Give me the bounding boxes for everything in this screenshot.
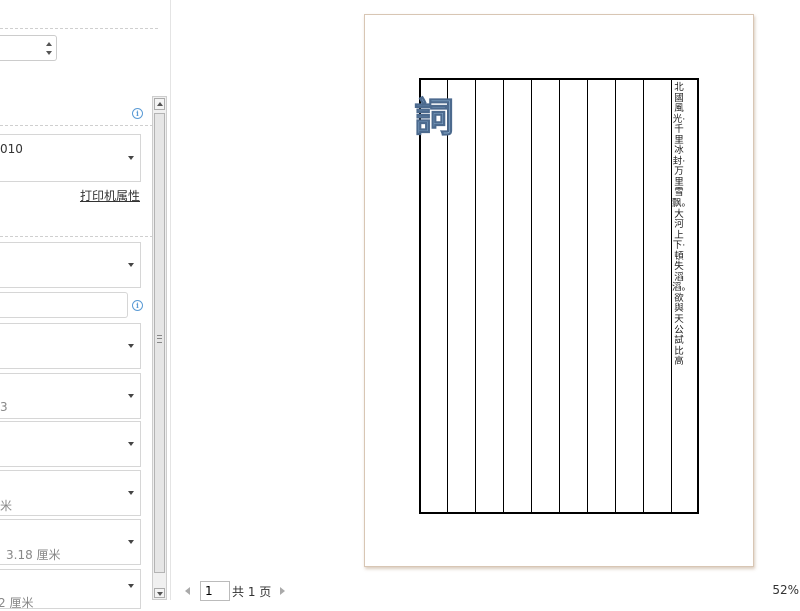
prev-page-icon[interactable] <box>185 587 190 595</box>
orientation-select[interactable] <box>0 421 141 467</box>
margins-select[interactable]: 3.18 厘米 <box>0 519 141 565</box>
print-settings-panel: i 010 打印机属性 i 3 米 3.18 厘米 2 厘米 <box>0 0 158 610</box>
chevron-down-icon <box>128 584 134 588</box>
grip-icon <box>157 335 162 343</box>
pages-per-sheet-select[interactable]: 2 厘米 <box>0 569 141 610</box>
section-divider <box>0 125 158 126</box>
preview-footer: 共 1 页 52% <box>171 580 800 601</box>
section-divider <box>0 28 158 29</box>
select-subtext: 2 厘米 <box>0 596 34 610</box>
chevron-down-icon <box>128 540 134 544</box>
grid-column-lines <box>447 79 672 513</box>
info-icon[interactable]: i <box>132 300 143 311</box>
pages-input[interactable] <box>0 292 128 318</box>
chevron-down-icon <box>128 442 134 446</box>
select-subtext: 3.18 厘米 <box>6 548 61 562</box>
calligraphy-grid <box>419 78 699 514</box>
printer-select[interactable]: 010 <box>0 134 141 182</box>
printer-properties-link[interactable]: 打印机属性 <box>80 187 140 204</box>
chevron-down-icon <box>128 263 134 267</box>
scroll-thumb[interactable] <box>154 113 165 573</box>
scroll-down-icon[interactable] <box>154 588 165 598</box>
poem-text-column: 北國風光·千里冰封·万里雪飘。大河上下·頓失滔滔。欲與天公試比高 <box>672 82 692 368</box>
paper-size-select[interactable]: 米 <box>0 470 141 516</box>
title-glyph: 詞 <box>414 94 455 142</box>
settings-scrollbar[interactable] <box>152 96 167 600</box>
next-page-icon[interactable] <box>280 587 285 595</box>
page-number-input[interactable] <box>200 581 230 601</box>
chevron-down-icon <box>128 344 134 348</box>
sides-select[interactable] <box>0 323 141 369</box>
collation-select[interactable]: 3 <box>0 373 141 419</box>
info-icon[interactable]: i <box>132 108 143 119</box>
select-subtext: 3 <box>0 400 8 414</box>
scroll-up-icon[interactable] <box>154 98 165 110</box>
chevron-down-icon <box>128 394 134 398</box>
spinner-down-icon[interactable] <box>46 51 52 55</box>
page-total-label: 共 1 页 <box>232 585 272 599</box>
select-subtext: 米 <box>0 499 13 513</box>
printer-name: 010 <box>0 142 23 156</box>
copies-spinner[interactable] <box>0 35 57 61</box>
print-what-select[interactable] <box>0 242 141 288</box>
spinner-up-icon[interactable] <box>46 42 52 46</box>
section-divider <box>0 236 158 237</box>
chevron-down-icon <box>128 156 134 160</box>
chevron-down-icon <box>128 491 134 495</box>
zoom-level[interactable]: 52% <box>772 583 799 597</box>
